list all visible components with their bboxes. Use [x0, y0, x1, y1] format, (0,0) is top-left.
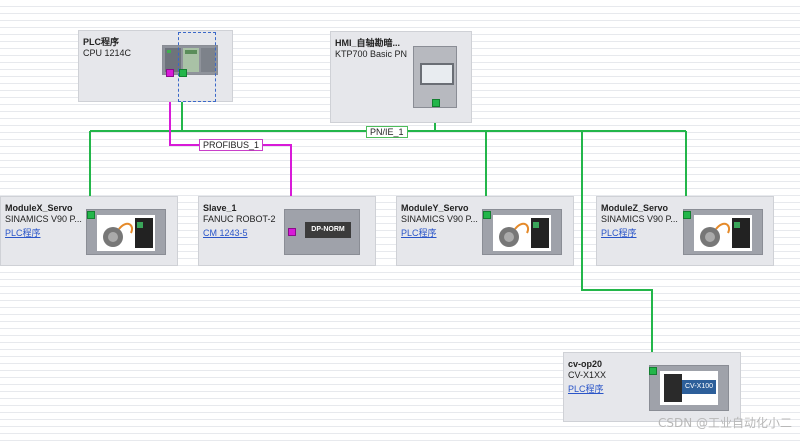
device-plc-type: CPU 1214C: [83, 48, 132, 58]
device-modx-type: SINAMICS V90 P...: [5, 214, 82, 224]
device-slave-title: Slave_1: [203, 203, 237, 213]
device-hmi-title: HMI_自轴勘暗...: [335, 38, 401, 48]
device-modz[interactable]: ModuleZ_Servo SINAMICS V90 P... PLC程序: [596, 196, 774, 266]
device-modz-link[interactable]: PLC程序: [601, 228, 678, 239]
device-modz-type: SINAMICS V90 P...: [601, 214, 678, 224]
device-cvop-title: cv-op20: [568, 359, 603, 369]
watermark: CSDN @工业自动化小二: [657, 416, 792, 430]
plc-dp-port[interactable]: [166, 69, 174, 77]
device-modz-title: ModuleZ_Servo: [601, 203, 669, 213]
device-modx-link[interactable]: PLC程序: [5, 228, 82, 239]
cvop-pn-port[interactable]: [649, 367, 657, 375]
device-slave-link[interactable]: CM 1243-5: [203, 228, 276, 239]
device-mody-type: SINAMICS V90 P...: [401, 214, 478, 224]
slave-dp-port[interactable]: [288, 228, 296, 236]
device-mody-title: ModuleY_Servo: [401, 203, 469, 213]
device-hmi-type: KTP700 Basic PN: [335, 49, 408, 59]
device-cvop-type: CV-X1XX: [568, 370, 607, 380]
modx-pn-port[interactable]: [87, 211, 95, 219]
device-mody-link[interactable]: PLC程序: [401, 228, 478, 239]
device-cvop[interactable]: cv-op20 CV-X1XX PLC程序 CV-X100: [563, 352, 741, 422]
device-modx-title: ModuleX_Servo: [5, 203, 73, 213]
device-cvop-link[interactable]: PLC程序: [568, 384, 606, 395]
device-modx[interactable]: ModuleX_Servo SINAMICS V90 P... PLC程序: [0, 196, 178, 266]
device-plc-title: PLC程序: [83, 37, 120, 47]
network-view-canvas[interactable]: PLC程序 CPU 1214C HMI_自轴勘暗... KTP700 Basic…: [0, 0, 800, 443]
hmi-pn-port[interactable]: [432, 99, 440, 107]
servo-drive-icon: [482, 209, 562, 255]
device-slave-type: FANUC ROBOT-2: [203, 214, 276, 224]
device-hmi[interactable]: HMI_自轴勘暗... KTP700 Basic PN: [330, 31, 472, 123]
device-mody[interactable]: ModuleY_Servo SINAMICS V90 P... PLC程序: [396, 196, 574, 266]
vision-controller-icon: CV-X100: [649, 365, 729, 411]
pnie-label[interactable]: PN/IE_1: [366, 126, 408, 138]
plc-pn-port[interactable]: [179, 69, 187, 77]
dp-norm-label: DP-NORM: [305, 222, 351, 238]
servo-drive-icon: [683, 209, 763, 255]
plc-selection-frame[interactable]: [178, 32, 216, 102]
device-slave[interactable]: Slave_1 FANUC ROBOT-2 CM 1243-5 DP-NORM: [198, 196, 376, 266]
cv-x100-label: CV-X100: [682, 380, 716, 394]
servo-drive-icon: [86, 209, 166, 255]
mody-pn-port[interactable]: [483, 211, 491, 219]
device-plc[interactable]: PLC程序 CPU 1214C: [78, 30, 233, 102]
profibus-label[interactable]: PROFIBUS_1: [199, 139, 264, 151]
modz-pn-port[interactable]: [683, 211, 691, 219]
